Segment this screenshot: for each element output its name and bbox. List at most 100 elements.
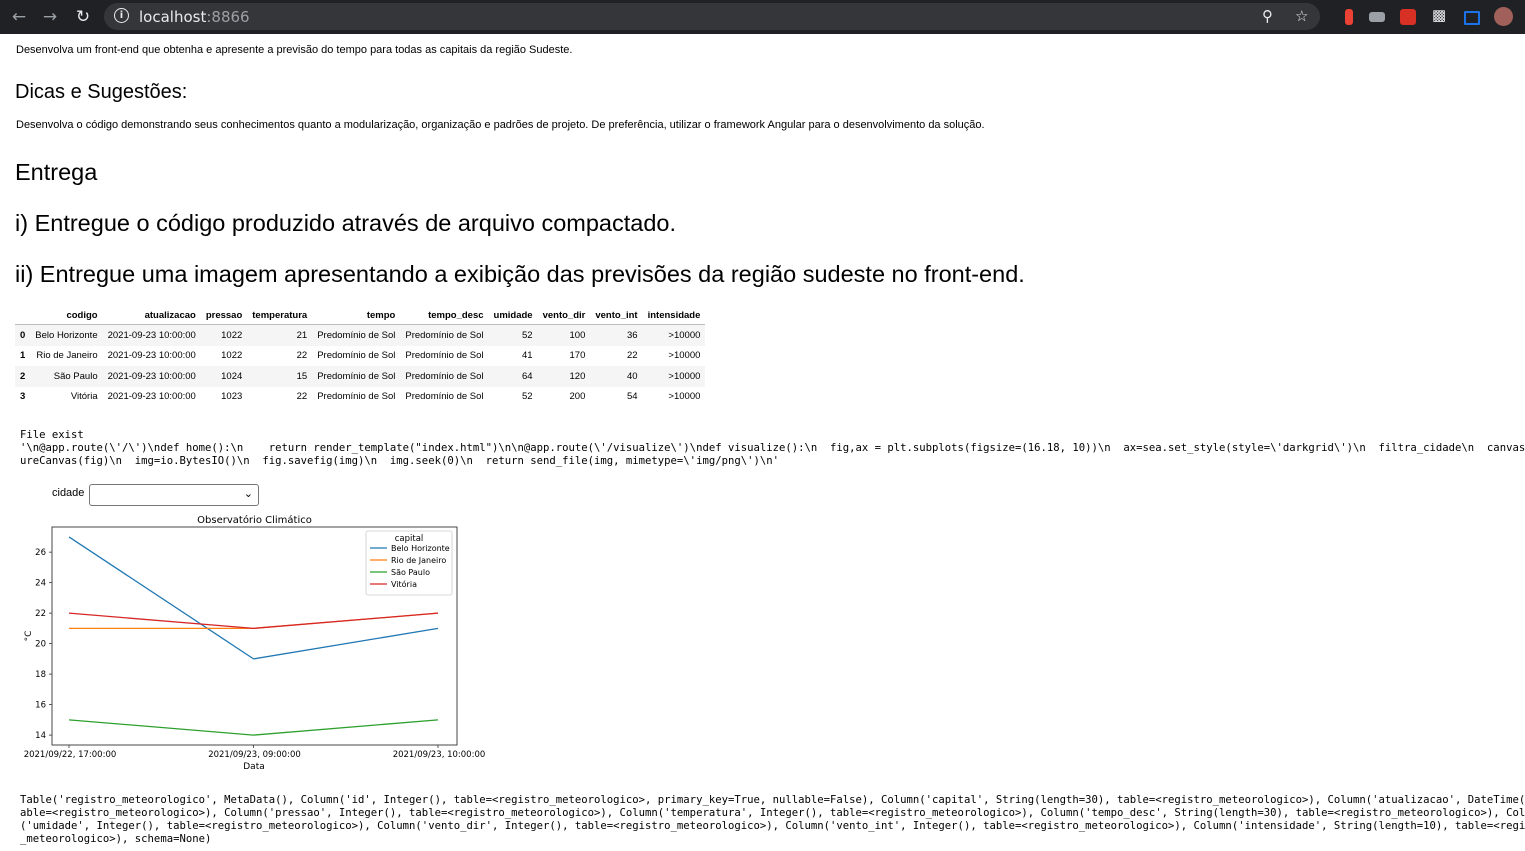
column-header: tempo_desc bbox=[400, 306, 489, 325]
table-cell: Vitória bbox=[70, 391, 98, 403]
star-icon[interactable]: ☆ bbox=[1295, 6, 1308, 26]
column-header: umidade bbox=[488, 306, 538, 325]
delivery-item-i: i) Entregue o código produzido através d… bbox=[15, 210, 677, 236]
table-cell: 22 bbox=[627, 350, 638, 362]
table-cell: 2021-09-23 10:00:00 bbox=[107, 329, 196, 341]
table-body: 0 Belo Horizonte 2021-09-23 10:00:00 1022 21… bbox=[15, 324, 706, 408]
y-tick-label: 16 bbox=[35, 701, 46, 711]
legend-entry: Rio de Janeiro bbox=[391, 556, 446, 565]
row-index: 2 bbox=[20, 370, 26, 382]
table-cell: 200 bbox=[569, 391, 586, 403]
table-cell: 52 bbox=[522, 329, 533, 341]
table-cell: Predomínio de Sol bbox=[405, 370, 484, 382]
code-output-line: ureCanvas(fig)\n img=io.BytesIO()\n fig.… bbox=[20, 455, 779, 467]
line-chart: Observatório Climático 14 16 18 20 22 24 26 20… bbox=[24, 514, 486, 772]
table-cell: Predomínio de Sol bbox=[317, 370, 396, 382]
extension-red-icon[interactable] bbox=[1345, 9, 1353, 25]
table-cell: 170 bbox=[569, 350, 586, 362]
y-axis-label: °C bbox=[24, 631, 34, 642]
delivery-item-ii: ii) Entregue uma imagem apresentando a e… bbox=[15, 261, 1025, 287]
column-header: pressao bbox=[200, 306, 248, 325]
y-tick-label: 14 bbox=[35, 731, 46, 741]
table-row: 1 Rio de Janeiro 2021-09-23 10:00:00 1022 22… bbox=[15, 346, 705, 367]
y-tick-label: 20 bbox=[35, 640, 46, 650]
x-axis: 2021/09/22, 17:00:00 2021/09/23, 09:00:00… bbox=[24, 745, 486, 760]
table-cell: 21 bbox=[296, 329, 308, 341]
table-cell: >10000 bbox=[668, 329, 701, 341]
tips-heading: Dicas e Sugestões: bbox=[15, 81, 188, 103]
table-cell: >10000 bbox=[668, 350, 701, 362]
cidade-label: cidade bbox=[52, 487, 85, 499]
table-cell: Predomínio de Sol bbox=[317, 391, 396, 403]
legend-entry: Vitória bbox=[391, 579, 417, 589]
code-output-line: File exist bbox=[20, 429, 84, 441]
x-tick-label: 2021/09/23, 09:00:00 bbox=[208, 750, 301, 760]
cast-icon[interactable] bbox=[1464, 11, 1480, 25]
row-index: 0 bbox=[20, 329, 26, 341]
extension-grey-icon[interactable] bbox=[1369, 12, 1385, 22]
table-cell: Predomínio de Sol bbox=[405, 329, 484, 341]
table-cell: São Paulo bbox=[53, 370, 98, 382]
column-header: temperatura bbox=[247, 306, 313, 325]
y-tick-label: 18 bbox=[35, 670, 46, 680]
table-cell: 2021-09-23 10:00:00 bbox=[107, 350, 196, 362]
table-cell: Predomínio de Sol bbox=[405, 391, 484, 403]
avatar[interactable] bbox=[1494, 7, 1513, 26]
table-cell: 40 bbox=[627, 370, 638, 382]
table-cell: 2021-09-23 10:00:00 bbox=[107, 391, 196, 403]
legend-entry: São Paulo bbox=[391, 568, 430, 577]
table-cell: Predomínio de Sol bbox=[317, 350, 396, 362]
table-row: 3 Vitória 2021-09-23 10:00:00 1023 22 Predomí… bbox=[15, 387, 705, 408]
table-cell: 120 bbox=[569, 370, 586, 382]
code-output-line: able=<registro_meteorologico>), Column('… bbox=[20, 807, 1525, 819]
table-cell: 36 bbox=[627, 329, 638, 341]
extension-play-icon[interactable] bbox=[1400, 9, 1416, 25]
address-bar[interactable]: i localhost:8866 ⚲ ☆ bbox=[104, 3, 1320, 30]
browser-toolbar: ← → ↻ i localhost:8866 ⚲ ☆ ▩ bbox=[0, 0, 1525, 34]
table-cell: 1022 bbox=[221, 329, 243, 341]
zoom-icon[interactable]: ⚲ bbox=[1262, 6, 1273, 26]
table-cell: 22 bbox=[296, 391, 308, 403]
table-cell: Predomínio de Sol bbox=[405, 350, 484, 362]
intro-text: Desenvolva um front-end que obtenha e ap… bbox=[16, 44, 573, 56]
x-tick-label: 2021/09/22, 17:00:00 bbox=[24, 750, 117, 760]
extensions-puzzle-icon[interactable]: ▩ bbox=[1432, 8, 1448, 24]
table-cell: Belo Horizonte bbox=[35, 329, 98, 341]
info-icon[interactable]: i bbox=[114, 8, 129, 23]
url-text[interactable]: localhost:8866 bbox=[139, 8, 250, 26]
table-row: 2 São Paulo 2021-09-23 10:00:00 1024 15 Predo… bbox=[15, 366, 706, 387]
y-tick-label: 24 bbox=[35, 579, 46, 589]
x-axis-label: Data bbox=[243, 762, 265, 772]
table-cell: 22 bbox=[296, 350, 308, 362]
table-cell: >10000 bbox=[668, 391, 701, 403]
table-cell: Rio de Janeiro bbox=[36, 350, 98, 362]
y-tick-label: 22 bbox=[35, 609, 46, 619]
legend-entry: Belo Horizonte bbox=[391, 544, 450, 553]
column-header: intensidade bbox=[642, 306, 706, 325]
x-tick-label: 2021/09/23, 10:00:00 bbox=[393, 750, 486, 760]
code-output-line: '\n@app.route(\'/\')\ndef home():\n retu… bbox=[20, 442, 1525, 454]
forward-arrow-icon[interactable]: → bbox=[37, 5, 63, 29]
code-output-line: _meteorologico>), schema=None) bbox=[20, 833, 212, 845]
column-header: codigo bbox=[30, 306, 103, 325]
column-header: tempo bbox=[312, 306, 401, 325]
dataframe-table: codigo atualizacao pressao temperatura t… bbox=[15, 306, 706, 408]
table-cell: 41 bbox=[522, 350, 533, 362]
column-header: vento_dir bbox=[537, 306, 591, 325]
y-axis: 14 16 18 20 22 24 26 bbox=[35, 548, 52, 741]
table-cell: 1022 bbox=[221, 350, 243, 362]
column-header: vento_int bbox=[590, 306, 643, 325]
back-arrow-icon[interactable]: ← bbox=[6, 5, 32, 29]
index-header bbox=[15, 306, 31, 325]
reload-icon[interactable]: ↻ bbox=[70, 5, 96, 29]
table-cell: 1023 bbox=[221, 391, 243, 403]
table-cell: 64 bbox=[522, 370, 533, 382]
table-cell: 54 bbox=[627, 391, 638, 403]
chevron-down-icon: ⌄ bbox=[243, 487, 253, 500]
table-cell: >10000 bbox=[668, 370, 701, 382]
cidade-dropdown[interactable]: ⌄ bbox=[89, 484, 259, 506]
table-cell: 1024 bbox=[221, 370, 243, 382]
table-cell: 52 bbox=[522, 391, 533, 403]
code-output-line: Table('registro_meteorologico', MetaData… bbox=[20, 794, 1525, 806]
table-cell: 15 bbox=[296, 370, 308, 382]
